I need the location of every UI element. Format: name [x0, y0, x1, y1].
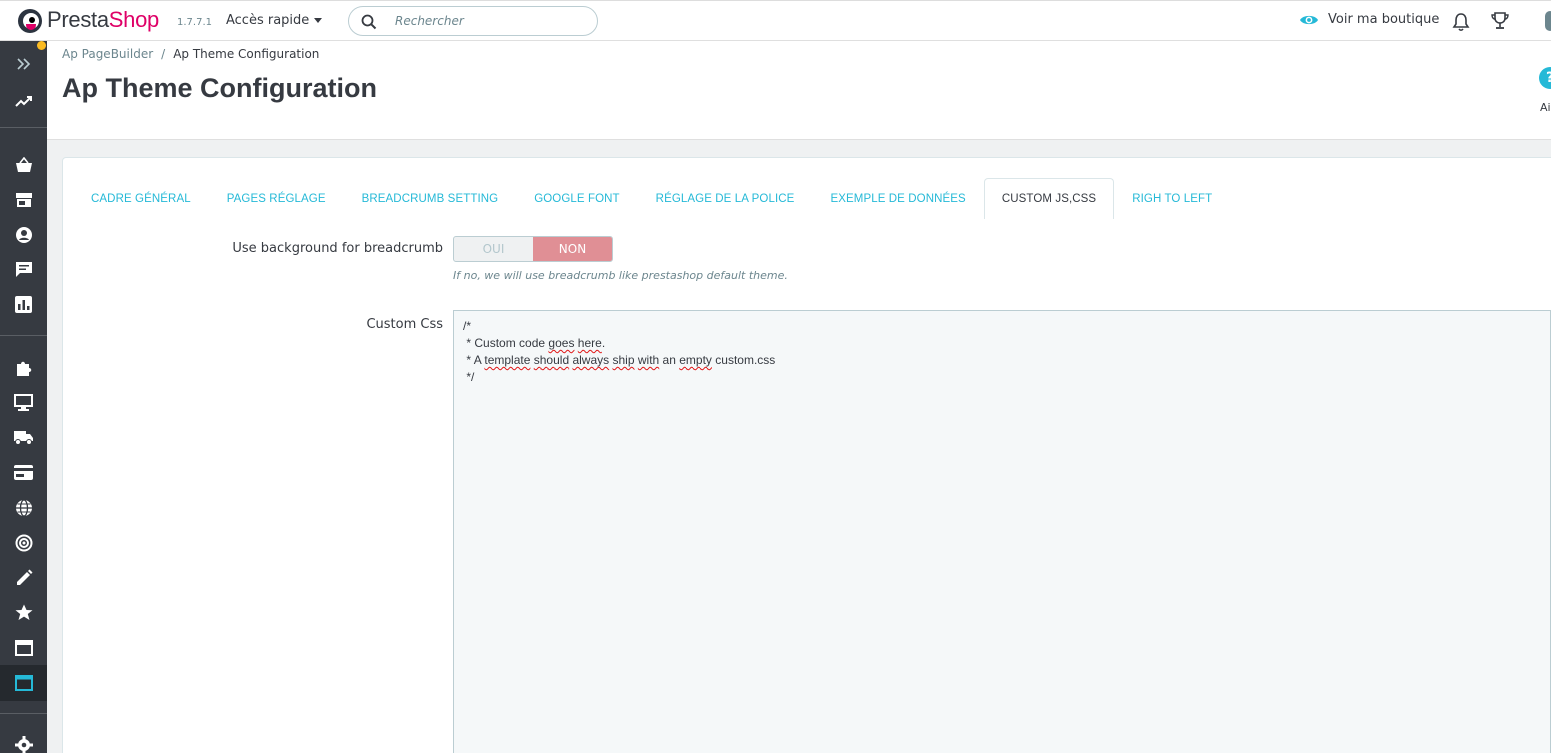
pagebuilder-window-icon [14, 675, 33, 691]
version-label: 1.7.7.1 [177, 17, 212, 28]
quick-access-dropdown[interactable]: Accès rapide [226, 13, 323, 28]
dashboard-trend-icon [14, 95, 32, 107]
sidebar-toggle[interactable] [0, 46, 47, 81]
sidebar-item-edit[interactable] [0, 560, 47, 595]
sidebar-separator [0, 127, 47, 128]
sidebar-item-marketing[interactable] [0, 525, 47, 560]
shipping-truck-icon [13, 431, 33, 445]
breadcrumb-current: Ap Theme Configuration [173, 47, 320, 61]
spellcheck-word: with [637, 353, 660, 367]
sidebar-item-dashboard[interactable] [0, 83, 47, 118]
custom-css-textarea[interactable]: /* * Custom code goes here. * A template… [453, 310, 1551, 753]
edit-pencil-icon [16, 569, 32, 585]
tab-google-font[interactable]: GOOGLE FONT [516, 178, 637, 219]
sidebar-separator [0, 713, 47, 714]
favorites-star-icon [15, 604, 32, 620]
marketing-target-icon [15, 534, 32, 551]
search-placeholder: Rechercher [395, 14, 464, 28]
catalog-store-icon [15, 192, 32, 207]
payment-card-icon [14, 465, 33, 480]
sidebar-item-stats[interactable] [0, 287, 47, 322]
sidebar-item-orders[interactable] [0, 147, 47, 182]
tab-custom-js-css[interactable]: CUSTOM JS,CSS [983, 178, 1115, 219]
breadcrumb-bg-switch[interactable]: OUI NON [453, 236, 613, 262]
css-line: /* [463, 319, 472, 333]
help-label[interactable]: Ai [1540, 101, 1551, 114]
sidebar-item-design[interactable] [0, 385, 47, 420]
sidebar-item-international[interactable] [0, 490, 47, 525]
customer-service-icon [15, 262, 32, 277]
caret-down-icon [314, 18, 323, 23]
tab-pages-reglage[interactable]: PAGES RÉGLAGE [209, 178, 344, 219]
tab-reglage-police[interactable]: RÉGLAGE DE LA POLICE [638, 178, 813, 219]
spellcheck-word: empty [679, 353, 712, 367]
international-globe-icon [15, 498, 32, 517]
settings-gear-icon [14, 735, 33, 753]
view-shop-link[interactable]: Voir ma boutique [1299, 12, 1439, 27]
sidebar-item-customer-service[interactable] [0, 252, 47, 287]
sidebar-item-payment[interactable] [0, 455, 47, 490]
sidebar-item-settings[interactable] [0, 727, 47, 753]
breadcrumb-link[interactable]: Ap PageBuilder [62, 47, 153, 61]
css-line: * A template should always ship with an … [466, 353, 776, 367]
sidebar-nav [0, 41, 47, 753]
eye-icon [1300, 15, 1318, 24]
sidebar-item-customers[interactable] [0, 217, 47, 252]
sidebar-item-favorites[interactable] [0, 595, 47, 630]
breadcrumb-bg-label: Use background for breadcrumb [232, 241, 443, 256]
modules-puzzle-icon [16, 361, 31, 376]
tab-right-to-left[interactable]: RIGH TO LEFT [1114, 178, 1230, 219]
brand-main: Presta [47, 7, 109, 32]
spellcheck-word: should [533, 353, 570, 367]
breadcrumb-separator: / [161, 47, 166, 61]
tab-breadcrumb-setting[interactable]: BREADCRUMB SETTING [344, 178, 517, 219]
tab-cadre-general[interactable]: CADRE GÉNÉRAL [73, 178, 209, 219]
customers-icon [15, 226, 32, 243]
spellcheck-word: template [484, 353, 531, 367]
spellcheck-word: goes [548, 336, 575, 350]
page-header: Ap PageBuilder / Ap Theme Configuration Ap… [47, 41, 1551, 140]
tab-exemple-donnees[interactable]: EXEMPLE DE DONNÉES [812, 178, 983, 219]
search-input[interactable]: Rechercher [348, 6, 598, 36]
search-icon [361, 14, 377, 30]
prestashop-logo-icon[interactable] [18, 9, 42, 33]
config-tabs: CADRE GÉNÉRAL PAGES RÉGLAGE BREADCRUMB S… [73, 178, 1230, 219]
orders-basket-icon [15, 156, 32, 172]
top-header: PrestaShop 1.7.7.1 Accès rapide Recherch… [0, 0, 1551, 41]
view-shop-label: Voir ma boutique [1328, 12, 1440, 27]
brand-name[interactable]: PrestaShop [47, 7, 159, 33]
expand-icon [16, 57, 30, 70]
stats-icon [15, 296, 32, 313]
sidebar-item-modules[interactable] [0, 350, 47, 385]
config-panel: CADRE GÉNÉRAL PAGES RÉGLAGE BREADCRUMB S… [62, 157, 1551, 753]
sidebar-item-shipping[interactable] [0, 420, 47, 455]
help-icon[interactable]: ? [1539, 67, 1551, 89]
employee-avatar[interactable] [1545, 11, 1551, 31]
sidebar-item-window[interactable] [0, 630, 47, 665]
css-line: * Custom code goes here. [466, 336, 606, 350]
quick-access-label: Accès rapide [226, 13, 310, 28]
spellcheck-word: here [577, 336, 602, 350]
switch-option-no[interactable]: NON [533, 237, 612, 261]
brand-accent: Shop [108, 7, 159, 32]
sidebar-item-catalog[interactable] [0, 182, 47, 217]
css-line: */ [463, 370, 475, 384]
sidebar-item-pagebuilder[interactable] [0, 665, 47, 701]
custom-css-label: Custom Css [366, 317, 443, 332]
spellcheck-word: ship [612, 353, 635, 367]
page-title: Ap Theme Configuration [62, 73, 377, 103]
switch-option-yes[interactable]: OUI [454, 237, 533, 261]
trophy-icon[interactable] [1490, 11, 1510, 31]
notifications-bell-icon[interactable] [1452, 12, 1470, 32]
window-icon [14, 639, 33, 656]
spellcheck-word: always [572, 353, 610, 367]
sidebar-separator [0, 335, 47, 336]
breadcrumb-help-text: If no, we will use breadcrumb like prest… [453, 269, 788, 282]
design-monitor-icon [14, 394, 33, 411]
breadcrumb: Ap PageBuilder / Ap Theme Configuration [62, 47, 319, 61]
